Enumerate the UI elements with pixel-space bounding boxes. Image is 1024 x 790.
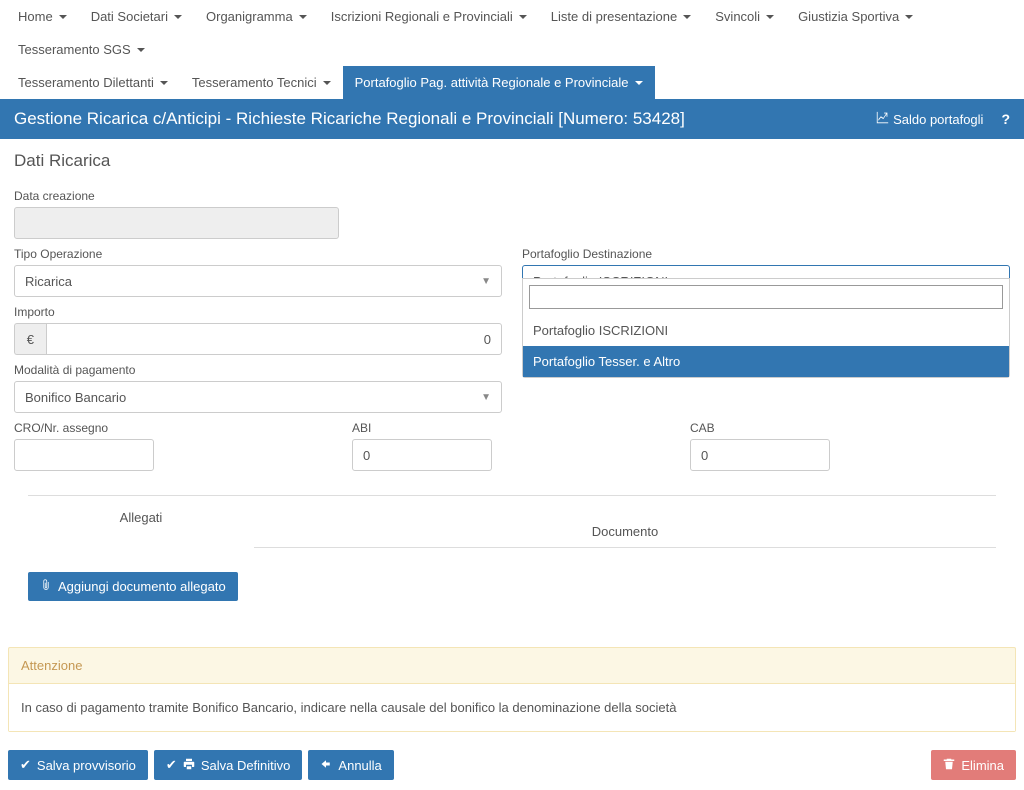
chevron-down-icon: ▼ (481, 276, 491, 287)
label-portafoglio-dest: Portafoglio Destinazione (522, 247, 1010, 261)
dropdown-option-tesser[interactable]: Portafoglio Tesser. e Altro (523, 346, 1009, 377)
label-cab: CAB (690, 421, 1008, 435)
euro-addon: € (14, 323, 46, 355)
footer-actions: ✔Salva provvisorio ✔ Salva Definitivo An… (0, 732, 1024, 790)
caret-icon (160, 81, 168, 85)
tipo-operazione-select[interactable]: Ricarica▼ (14, 265, 502, 297)
cab-input[interactable] (690, 439, 830, 471)
caret-icon (137, 48, 145, 52)
nav-dati-societari[interactable]: Dati Societari (79, 0, 194, 33)
caret-icon (905, 15, 913, 19)
chevron-down-icon: ▼ (481, 392, 491, 403)
abi-input[interactable] (352, 439, 492, 471)
chart-icon (876, 111, 889, 127)
check-icon: ✔ (20, 757, 31, 773)
caret-icon (766, 15, 774, 19)
data-creazione-input (14, 207, 339, 239)
caret-icon (635, 81, 643, 85)
modalita-select[interactable]: Bonifico Bancario▼ (14, 381, 502, 413)
nav-organigramma[interactable]: Organigramma (194, 0, 319, 33)
print-icon (183, 758, 195, 773)
caret-icon (683, 15, 691, 19)
importo-input[interactable] (46, 323, 502, 355)
label-tipo-operazione: Tipo Operazione (14, 247, 502, 261)
nav-giustizia[interactable]: Giustizia Sportiva (786, 0, 925, 33)
top-nav-row-1: Home Dati Societari Organigramma Iscrizi… (0, 0, 1024, 66)
portafoglio-dropdown: Portafoglio ISCRIZIONI Portafoglio Tesse… (522, 278, 1010, 378)
dropdown-option-iscrizioni[interactable]: Portafoglio ISCRIZIONI (523, 315, 1009, 346)
nav-tesseramento-sgs[interactable]: Tesseramento SGS (6, 33, 157, 66)
alert-title: Attenzione (9, 648, 1015, 684)
back-arrow-icon (320, 758, 332, 773)
elimina-button[interactable]: Elimina (931, 750, 1016, 780)
attachment-icon (40, 579, 52, 594)
section-title: Dati Ricarica (0, 139, 1024, 183)
label-data-creazione: Data creazione (14, 189, 1010, 203)
save-provvisorio-button[interactable]: ✔Salva provvisorio (8, 750, 148, 780)
nav-liste[interactable]: Liste di presentazione (539, 0, 703, 33)
caret-icon (519, 15, 527, 19)
nav-portafoglio[interactable]: Portafoglio Pag. attività Regionale e Pr… (343, 66, 655, 99)
label-importo: Importo (14, 305, 502, 319)
cro-input[interactable] (14, 439, 154, 471)
nav-svincoli[interactable]: Svincoli (703, 0, 786, 33)
saldo-portafogli-link[interactable]: Saldo portafogli (876, 111, 983, 127)
caret-icon (299, 15, 307, 19)
documento-header: Documento (254, 496, 996, 548)
check-icon: ✔ (166, 757, 177, 773)
nav-iscrizioni[interactable]: Iscrizioni Regionali e Provinciali (319, 0, 539, 33)
titlebar: Gestione Ricarica c/Anticipi - Richieste… (0, 99, 1024, 139)
allegati-section: Allegati Documento (28, 495, 996, 548)
save-definitivo-button[interactable]: ✔ Salva Definitivo (154, 750, 303, 780)
alert-body: In caso di pagamento tramite Bonifico Ba… (9, 684, 1015, 731)
add-document-button[interactable]: Aggiungi documento allegato (28, 572, 238, 601)
label-cro: CRO/Nr. assegno (14, 421, 332, 435)
top-nav-row-2: Tesseramento Dilettanti Tesseramento Tec… (0, 66, 1024, 99)
help-icon[interactable]: ? (1001, 111, 1010, 127)
page-title: Gestione Ricarica c/Anticipi - Richieste… (14, 109, 685, 129)
nav-tesseramento-tecnici[interactable]: Tesseramento Tecnici (180, 66, 343, 99)
annulla-button[interactable]: Annulla (308, 750, 393, 780)
caret-icon (59, 15, 67, 19)
caret-icon (174, 15, 182, 19)
trash-icon (943, 758, 955, 773)
nav-tesseramento-dilettanti[interactable]: Tesseramento Dilettanti (6, 66, 180, 99)
alert-panel: Attenzione In caso di pagamento tramite … (8, 647, 1016, 732)
caret-icon (323, 81, 331, 85)
dropdown-search-input[interactable] (529, 285, 1003, 309)
allegati-label: Allegati (28, 496, 254, 548)
label-modalita: Modalità di pagamento (14, 363, 502, 377)
label-abi: ABI (352, 421, 670, 435)
nav-home[interactable]: Home (6, 0, 79, 33)
